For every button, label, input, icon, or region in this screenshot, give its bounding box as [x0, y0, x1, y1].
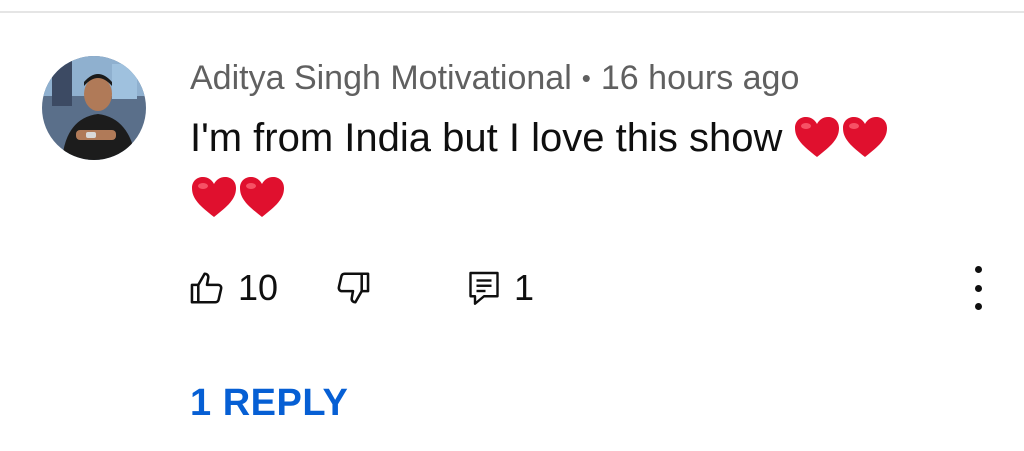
thumbs-up-icon	[190, 272, 223, 304]
reply-button[interactable]: 1	[466, 264, 534, 312]
reply-count: 1	[514, 267, 535, 308]
dislike-button[interactable]	[334, 264, 372, 312]
comment-text-content: I'm from India but I love this show	[190, 116, 783, 160]
more-vertical-icon-dot	[974, 266, 982, 273]
heart-emoji-icon	[841, 115, 889, 159]
top-divider	[0, 11, 1024, 13]
heart-emoji-icon	[190, 175, 238, 219]
comment-timestamp[interactable]: 16 hours ago	[601, 59, 800, 98]
heart-emoji-icon	[238, 175, 286, 219]
comment-text: I'm from India but I love this show	[190, 108, 970, 228]
avatar[interactable]	[42, 56, 146, 160]
thumbs-down-icon	[337, 272, 370, 304]
like-count: 10	[238, 267, 279, 308]
avatar-photo	[42, 56, 146, 160]
comment-author[interactable]: Aditya Singh Motivational	[190, 59, 572, 98]
comment-meta: Aditya Singh Motivational • 16 hours ago	[190, 56, 799, 100]
more-options-button[interactable]	[962, 266, 994, 310]
view-replies-button[interactable]: 1 REPLY	[190, 382, 348, 425]
heart-emoji-icon	[793, 115, 841, 159]
more-vertical-icon-dot	[974, 303, 982, 310]
comment-icon	[469, 271, 499, 305]
like-button[interactable]: 10	[188, 264, 278, 312]
meta-separator: •	[581, 62, 591, 93]
more-vertical-icon-dot	[974, 284, 982, 292]
